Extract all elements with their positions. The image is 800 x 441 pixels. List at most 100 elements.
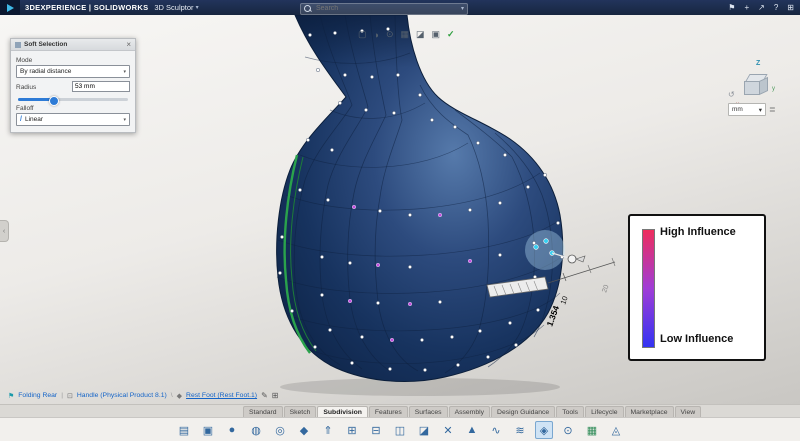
tab-assembly[interactable]: Assembly [449,406,490,417]
falloff-value: Linear [25,116,124,123]
panel-body: Mode By radial distance ▾ Radius Falloff… [11,51,135,132]
radius-slider[interactable] [18,98,128,101]
app-name[interactable]: 3D Sculptor [154,3,193,12]
global-search[interactable]: ▾ [300,3,468,15]
falloff-dropdown[interactable]: / Linear ▾ [16,113,130,126]
linear-falloff-icon: / [20,116,22,123]
influence-legend: High Influence Low Influence [628,214,766,361]
view-cube[interactable] [744,74,766,94]
search-scope-caret-icon[interactable]: ▾ [461,5,464,12]
breadcrumb-separator: | [61,392,63,399]
subdivide-mesh-icon[interactable]: ⊞ [343,421,361,439]
soft-selection-panel: Soft Selection × Mode By radial distance… [10,38,136,133]
brand-text: 3DEXPERIENCE | SOLIDWORKS [25,3,148,12]
units-control: mm ▾ ≣ [728,103,776,116]
3ds-logo[interactable] [0,0,20,15]
tab-design-guidance[interactable]: Design Guidance [491,406,555,417]
breadcrumb-item-rest-foot[interactable]: Rest Foot (Rest Foot.1) [186,392,257,399]
smooth-mesh-icon[interactable]: ∿ [487,421,505,439]
measure-tool-icon[interactable]: ◬ [607,421,625,439]
split-loop-icon[interactable]: ◪ [415,421,433,439]
apps-grid-icon[interactable]: ⊞ [787,0,794,15]
panel-header[interactable]: Soft Selection × [11,39,135,51]
viewport-3d[interactable]: 10 20 1.354 ▢ ◑ ⊙ ▦ ◪ ▣ ✓ Soft Selection… [0,15,800,404]
tab-features[interactable]: Features [369,406,408,417]
chevron-down-icon: ▾ [759,106,762,114]
extrude-face-icon[interactable]: ⇑ [319,421,337,439]
slider-fill [18,98,51,101]
3ds-compass-icon [7,4,14,12]
thicken-body-icon[interactable]: ≋ [511,421,529,439]
help-icon[interactable]: ? [774,0,778,15]
flag-icon[interactable]: ⚑ [728,0,735,15]
display-manager-icon[interactable]: ▦ [583,421,601,439]
box-primitive-icon[interactable]: ▣ [199,421,217,439]
falloff-label: Falloff [16,105,130,112]
select-tool-icon[interactable]: ▢ [358,29,367,40]
quick-view-toolbar: ▢ ◑ ⊙ ▦ ◪ ▣ ✓ [358,29,455,40]
tab-subdivision[interactable]: Subdivision [317,406,368,417]
camera-views-icon[interactable]: ▣ [432,29,441,40]
unsubdivide-mesh-icon[interactable]: ⊟ [367,421,385,439]
app-window: 3DEXPERIENCE | SOLIDWORKS 3D Sculptor ▾ … [0,0,800,441]
search-icon [304,5,311,12]
options-grid-icon[interactable]: ⊞ [272,391,279,400]
slider-handle[interactable] [49,96,59,106]
chevron-down-icon: ▾ [123,117,126,123]
tab-tools[interactable]: Tools [556,406,584,417]
tab-sketch[interactable]: Sketch [284,406,317,417]
influence-gradient-bar [642,229,655,348]
visibility-icon[interactable]: ⊙ [386,29,394,40]
sphere-primitive-icon[interactable]: ● [223,421,241,439]
search-input[interactable] [314,4,459,13]
tab-marketplace[interactable]: Marketplace [625,406,674,417]
panel-collapse-handle[interactable]: ‹ [0,220,9,242]
rotate-view-icon[interactable]: ↺ [728,90,735,99]
quadball-primitive-icon[interactable]: ◆ [295,421,313,439]
close-icon[interactable]: × [126,41,131,49]
tab-standard[interactable]: Standard [243,406,283,417]
tab-view[interactable]: View [675,406,702,417]
tab-surfaces[interactable]: Surfaces [409,406,448,417]
panel-icon [15,42,21,48]
app-switcher-caret-icon[interactable]: ▾ [196,4,199,11]
chevron-down-icon: ▾ [123,69,126,75]
torus-primitive-icon[interactable]: ◎ [271,421,289,439]
tab-lifecycle[interactable]: Lifecycle [585,406,623,417]
mode-label: Mode [16,57,130,64]
crease-edge-icon[interactable]: ▲ [463,421,481,439]
action-bar: ▤ ▣ ● ◍ ◎ ◆ ⇑ ⊞ ⊟ ◫ ◪ ✕ ▲ ∿ ≋ ◈ ⊙ ▦ ◬ [0,417,800,441]
y-axis-label: y [772,86,775,92]
radius-input[interactable] [72,81,130,92]
apply-check-icon[interactable]: ✓ [447,29,455,40]
view-cube-front-face[interactable] [744,81,760,95]
new-subdivision-part-icon[interactable]: ▤ [175,421,193,439]
view-modes-icon[interactable]: ▦ [401,29,410,40]
viewport-menu-icon[interactable]: ≣ [769,105,776,114]
top-bar: 3DEXPERIENCE | SOLIDWORKS 3D Sculptor ▾ … [0,0,800,15]
edit-icon[interactable]: ✎ [261,391,268,400]
soft-selection-glow [525,230,565,270]
section-view-icon[interactable]: ◪ [416,29,425,40]
breadcrumb-item-handle[interactable]: Handle (Physical Product 8.1) [77,392,167,399]
units-dropdown[interactable]: mm ▾ [728,103,766,116]
mode-value: By radial distance [20,68,123,75]
radius-label: Radius [16,84,36,91]
breadcrumb-separator: \ [171,392,173,399]
topbar-actions: ⚑ + ↗ ? ⊞ [728,0,794,15]
ribbon-tabs: Standard Sketch Subdivision Features Sur… [0,404,800,417]
share-icon[interactable]: ↗ [758,0,765,15]
part-icon: ◆ [177,392,182,400]
view-cube-side-face[interactable] [759,77,768,95]
add-icon[interactable]: + [744,0,749,15]
breadcrumb-item-folding-rear[interactable]: Folding Rear [18,392,57,399]
mirror-symmetry-icon[interactable]: ◫ [391,421,409,439]
cylinder-primitive-icon[interactable]: ◍ [247,421,265,439]
ruler-tick-20: 20 [601,284,610,294]
convert-to-brep-icon[interactable]: ⊙ [559,421,577,439]
soft-selection-tool-icon[interactable]: ◈ [535,421,553,439]
display-style-icon[interactable]: ◑ [374,30,379,40]
mode-dropdown[interactable]: By radial distance ▾ [16,65,130,78]
units-value: mm [732,106,743,113]
weld-vertices-icon[interactable]: ✕ [439,421,457,439]
